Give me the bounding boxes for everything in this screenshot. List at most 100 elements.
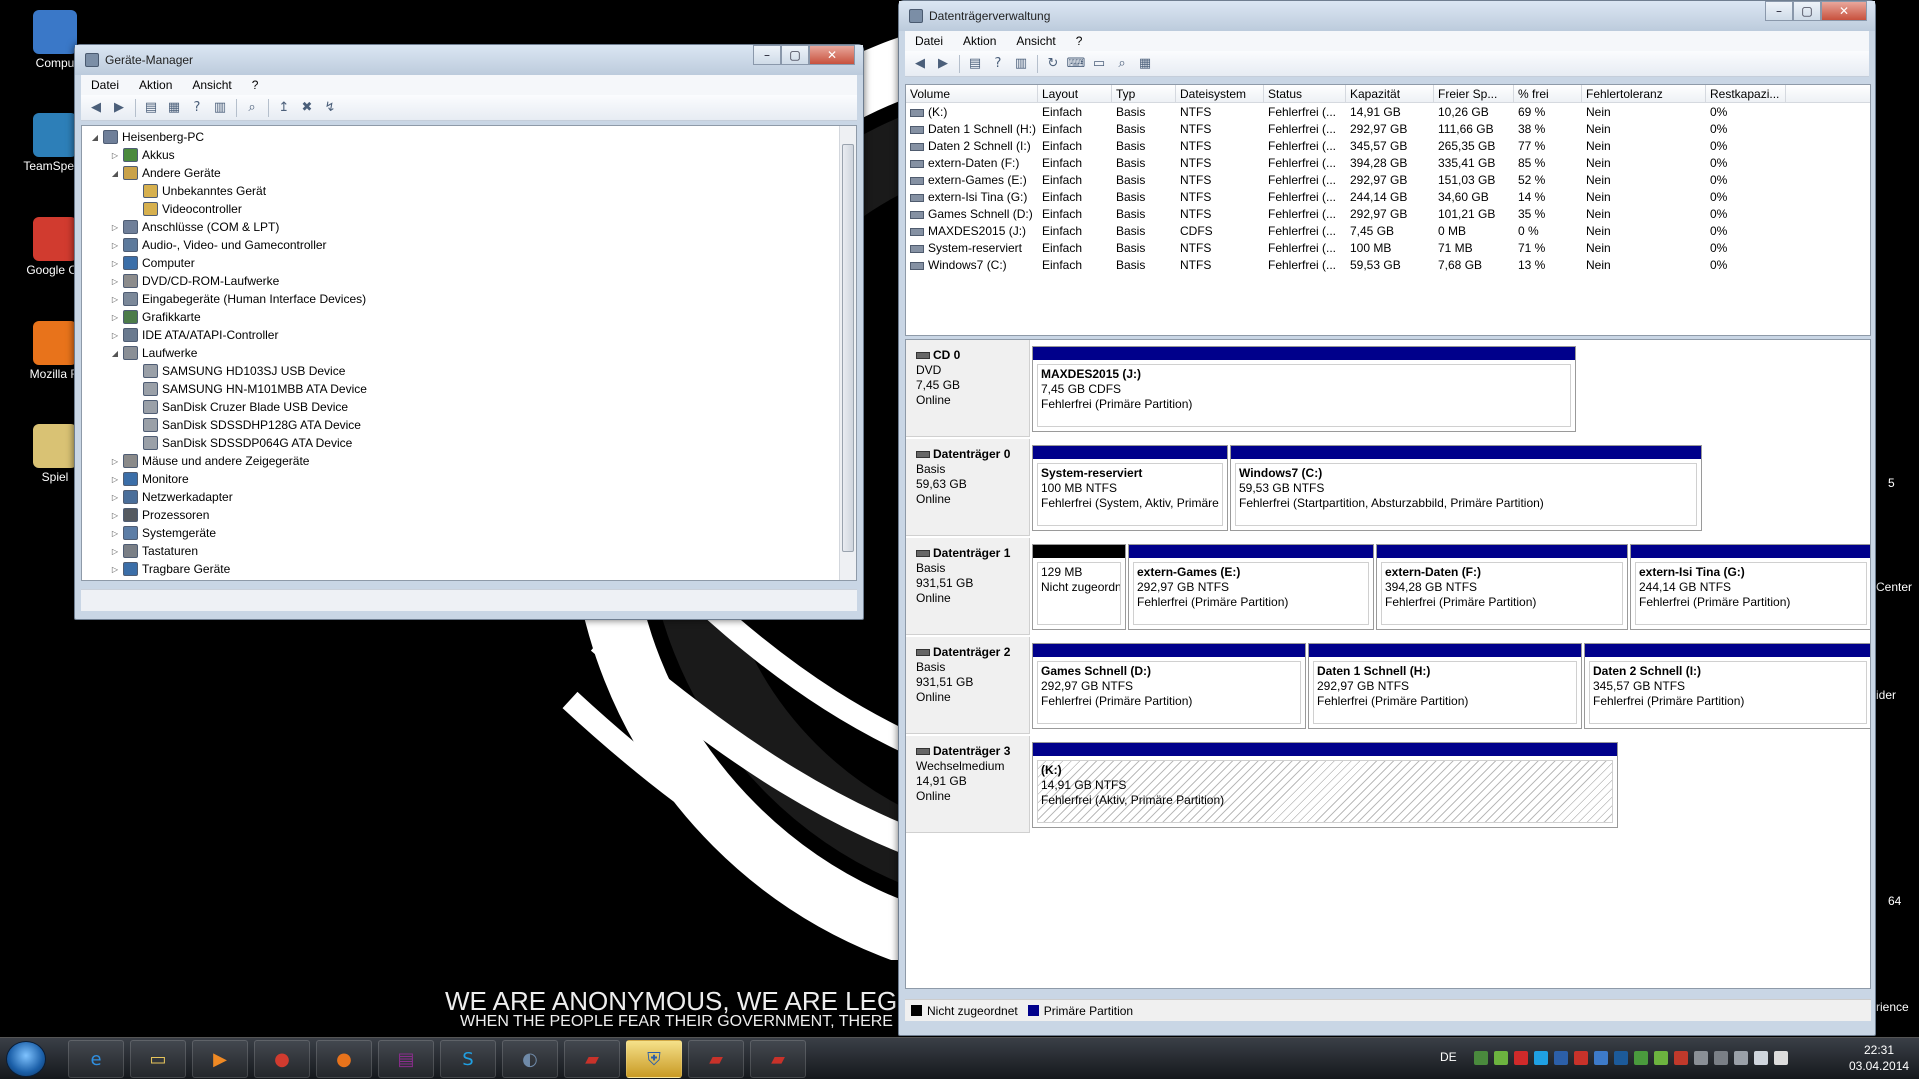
partition-windows7-c[interactable]: Windows7 (C:) 59,53 GB NTFS Fehlerfrei (St… bbox=[1230, 445, 1702, 531]
expand-arrow-icon[interactable]: ▷ bbox=[110, 331, 120, 340]
menu-item-datei[interactable]: Datei bbox=[905, 31, 953, 51]
tree-node-monitore[interactable]: ▷ Monitore bbox=[110, 470, 189, 488]
tray-network-status-icon[interactable] bbox=[1734, 1051, 1748, 1065]
taskbar-toolbox-3-button[interactable]: ▰ bbox=[750, 1040, 806, 1078]
back-arrow-icon[interactable]: ◀ bbox=[87, 99, 105, 117]
tray-battery-icon[interactable] bbox=[1634, 1051, 1648, 1065]
minimize-button[interactable]: – bbox=[753, 45, 781, 65]
tray-adobe-icon[interactable] bbox=[1514, 1051, 1528, 1065]
tray-display-icon[interactable] bbox=[1714, 1051, 1728, 1065]
tray-volume-icon[interactable] bbox=[1754, 1051, 1768, 1065]
tree-node-audio-video-und-gamecontroller[interactable]: ▷ Audio-, Video- und Gamecontroller bbox=[110, 236, 327, 254]
menu-item-ansicht[interactable]: Ansicht bbox=[1006, 31, 1065, 51]
close-button[interactable]: ✕ bbox=[1821, 1, 1867, 21]
disk-management-window[interactable]: Datenträgerverwaltung – ▢ ✕ Datei Aktion A… bbox=[898, 0, 1876, 1036]
expand-arrow-icon[interactable]: ▷ bbox=[110, 529, 120, 538]
tree-node-mäuse-und-andere-zeigegeräte[interactable]: ▷ Mäuse und andere Zeigegeräte bbox=[110, 452, 309, 470]
tree-node-tragbare-geräte[interactable]: ▷ Tragbare Geräte bbox=[110, 560, 230, 578]
tray-update-icon[interactable] bbox=[1554, 1051, 1568, 1065]
tree-node-tastaturen[interactable]: ▷ Tastaturen bbox=[110, 542, 198, 560]
tree-node-samsung-hd103sj-usb-device[interactable]: SAMSUNG HD103SJ USB Device bbox=[130, 362, 345, 380]
forward-arrow-icon[interactable]: ▶ bbox=[934, 55, 952, 73]
tree-node-computer[interactable]: ▷ Computer bbox=[110, 254, 195, 272]
tree-node-samsung-hn-m101mbb-ata-device[interactable]: SAMSUNG HN-M101MBB ATA Device bbox=[130, 380, 367, 398]
tree-node-dvd-cd-rom-laufwerke[interactable]: ▷ DVD/CD-ROM-Laufwerke bbox=[110, 272, 279, 290]
menu-item-help[interactable]: ? bbox=[242, 75, 269, 95]
collapse-arrow-icon[interactable]: ◢ bbox=[110, 349, 120, 358]
tray-warning-icon[interactable] bbox=[1674, 1051, 1688, 1065]
expand-arrow-icon[interactable]: ▷ bbox=[110, 565, 120, 574]
expand-arrow-icon[interactable]: ▷ bbox=[110, 313, 120, 322]
disk-graphical-view[interactable]: CD 0 DVD 7,45 GB Online MAXDES2015 (J:) 7,45 … bbox=[905, 339, 1871, 989]
taskbar-winrar-button[interactable]: ▤ bbox=[378, 1040, 434, 1078]
partition-system-reserviert[interactable]: System-reserviert 100 MB NTFS Fehlerfrei (… bbox=[1032, 445, 1228, 531]
minimize-button[interactable]: – bbox=[1765, 1, 1793, 21]
disk-row-datenträger-2[interactable]: Datenträger 2 Basis 931,51 GB Online Games S… bbox=[906, 637, 1870, 734]
expand-arrow-icon[interactable]: ▷ bbox=[110, 547, 120, 556]
partition-extern-isi-tina-g[interactable]: extern-Isi Tina (G:) 244,14 GB NTFS Fehler… bbox=[1630, 544, 1870, 630]
disk-label[interactable]: Datenträger 1 Basis 931,51 GB Online bbox=[906, 538, 1030, 635]
list-view-icon[interactable]: ▥ bbox=[211, 99, 229, 117]
tree-node-videocontroller[interactable]: Videocontroller bbox=[130, 200, 242, 218]
column-header-status[interactable]: Status bbox=[1264, 85, 1346, 103]
tree-node-netzwerkadapter[interactable]: ▷ Netzwerkadapter bbox=[110, 488, 233, 506]
disk-label[interactable]: Datenträger 2 Basis 931,51 GB Online bbox=[906, 637, 1030, 734]
tree-node-ide-ata-atapi-controller[interactable]: ▷ IDE ATA/ATAPI-Controller bbox=[110, 326, 278, 344]
tray-chat-icon[interactable] bbox=[1594, 1051, 1608, 1065]
folder-view-icon[interactable]: ▤ bbox=[142, 99, 160, 117]
taskbar-toolbox-2-button[interactable]: ▰ bbox=[688, 1040, 744, 1078]
column-header-dateisystem[interactable]: Dateisystem bbox=[1176, 85, 1264, 103]
device-tree[interactable]: ◢ Heisenberg-PC ▷ Akkus ◢ Andere Geräte Unbeka… bbox=[81, 125, 857, 581]
tree-node-akkus[interactable]: ▷ Akkus bbox=[110, 146, 175, 164]
tree-node-systemgeräte[interactable]: ▷ Systemgeräte bbox=[110, 524, 216, 542]
partition-extern-games-e[interactable]: extern-Games (E:) 292,97 GB NTFS Fehlerfre… bbox=[1128, 544, 1374, 630]
tree-node-usb-controller[interactable]: ▷USB-Controller bbox=[110, 578, 223, 580]
menu-item-help[interactable]: ? bbox=[1066, 31, 1093, 51]
tree-node-anschlüsse-com-lpt[interactable]: ▷ Anschlüsse (COM & LPT) bbox=[110, 218, 279, 236]
refresh-icon[interactable]: ↻ bbox=[1044, 55, 1062, 73]
tree-node-laufwerke[interactable]: ◢ Laufwerke bbox=[110, 344, 197, 362]
taskbar-teamspeak-button[interactable]: ◐ bbox=[502, 1040, 558, 1078]
list-view-icon[interactable]: ▥ bbox=[1012, 55, 1030, 73]
column-header-restkapazi[interactable]: Restkapazi... bbox=[1706, 85, 1786, 103]
column-header-kapazität[interactable]: Kapazität bbox=[1346, 85, 1434, 103]
collapse-arrow-icon[interactable]: ◢ bbox=[110, 169, 120, 178]
volume-list[interactable]: Volume Layout Typ Dateisystem Status Kapazitä… bbox=[905, 84, 1871, 336]
tree-node-grafikkarte[interactable]: ▷ Grafikkarte bbox=[110, 308, 201, 326]
taskbar-internet-explorer-button[interactable]: e bbox=[68, 1040, 124, 1078]
table-row[interactable]: extern-Games (E:) Einfach Basis NTFS Fehlerf… bbox=[906, 172, 1870, 189]
disk-label[interactable]: Datenträger 0 Basis 59,63 GB Online bbox=[906, 439, 1030, 536]
table-row[interactable]: (K:) Einfach Basis NTFS Fehlerfrei (... 14,91… bbox=[906, 104, 1870, 121]
column-header-layout[interactable]: Layout bbox=[1038, 85, 1112, 103]
disable-device-icon[interactable]: ↯ bbox=[321, 99, 339, 117]
start-button[interactable] bbox=[6, 1041, 46, 1077]
tray-flag-icon[interactable] bbox=[1774, 1051, 1788, 1065]
taskbar-firefox-button[interactable]: ● bbox=[316, 1040, 372, 1078]
tree-node-sandisk-cruzer-blade-usb-device[interactable]: SanDisk Cruzer Blade USB Device bbox=[130, 398, 348, 416]
expand-arrow-icon[interactable]: ▷ bbox=[110, 223, 120, 232]
disk-label[interactable]: CD 0 DVD 7,45 GB Online bbox=[906, 340, 1030, 437]
taskbar-skype-button[interactable]: S bbox=[440, 1040, 496, 1078]
tray-gpu-icon[interactable] bbox=[1654, 1051, 1668, 1065]
partition-games-schnell-d[interactable]: Games Schnell (D:) 292,97 GB NTFS Fehlerfr… bbox=[1032, 643, 1306, 729]
partition-extern-daten-f[interactable]: extern-Daten (F:) 394,28 GB NTFS Fehlerfre… bbox=[1376, 544, 1628, 630]
help-icon[interactable]: ? bbox=[989, 55, 1007, 73]
tree-node-sandisk-sdssdp064g-ata-device[interactable]: SanDisk SDSSDP064G ATA Device bbox=[130, 434, 352, 452]
device-manager-window[interactable]: Geräte-Manager – ▢ ✕ Datei Aktion Ansicht?… bbox=[74, 44, 864, 620]
tray-network-icon[interactable] bbox=[1474, 1051, 1488, 1065]
maximize-button[interactable]: ▢ bbox=[781, 45, 809, 65]
menu-item-aktion[interactable]: Aktion bbox=[129, 75, 182, 95]
tree-node-sandisk-sdssdhp128g-ata-device[interactable]: SanDisk SDSSDHP128G ATA Device bbox=[130, 416, 361, 434]
language-indicator[interactable]: DE bbox=[1440, 1050, 1457, 1068]
disk-label[interactable]: Datenträger 3 Wechselmedium 14,91 GB Online bbox=[906, 736, 1030, 833]
tree-scrollbar[interactable] bbox=[839, 126, 856, 580]
table-row[interactable]: Games Schnell (D:) Einfach Basis NTFS Fehler… bbox=[906, 206, 1870, 223]
expand-arrow-icon[interactable]: ▷ bbox=[110, 511, 120, 520]
disk-row-cd-0[interactable]: CD 0 DVD 7,45 GB Online MAXDES2015 (J:) 7,45 … bbox=[906, 340, 1870, 437]
search-icon[interactable]: ⌕ bbox=[1113, 55, 1131, 73]
disk-row-datenträger-3[interactable]: Datenträger 3 Wechselmedium 14,91 GB Online… bbox=[906, 736, 1870, 833]
disk-row-datenträger-0[interactable]: Datenträger 0 Basis 59,63 GB Online System-r… bbox=[906, 439, 1870, 536]
expand-arrow-icon[interactable]: ▷ bbox=[110, 259, 120, 268]
expand-arrow-icon[interactable]: ▷ bbox=[110, 475, 120, 484]
menu-item-ansicht[interactable]: Ansicht bbox=[182, 75, 241, 95]
